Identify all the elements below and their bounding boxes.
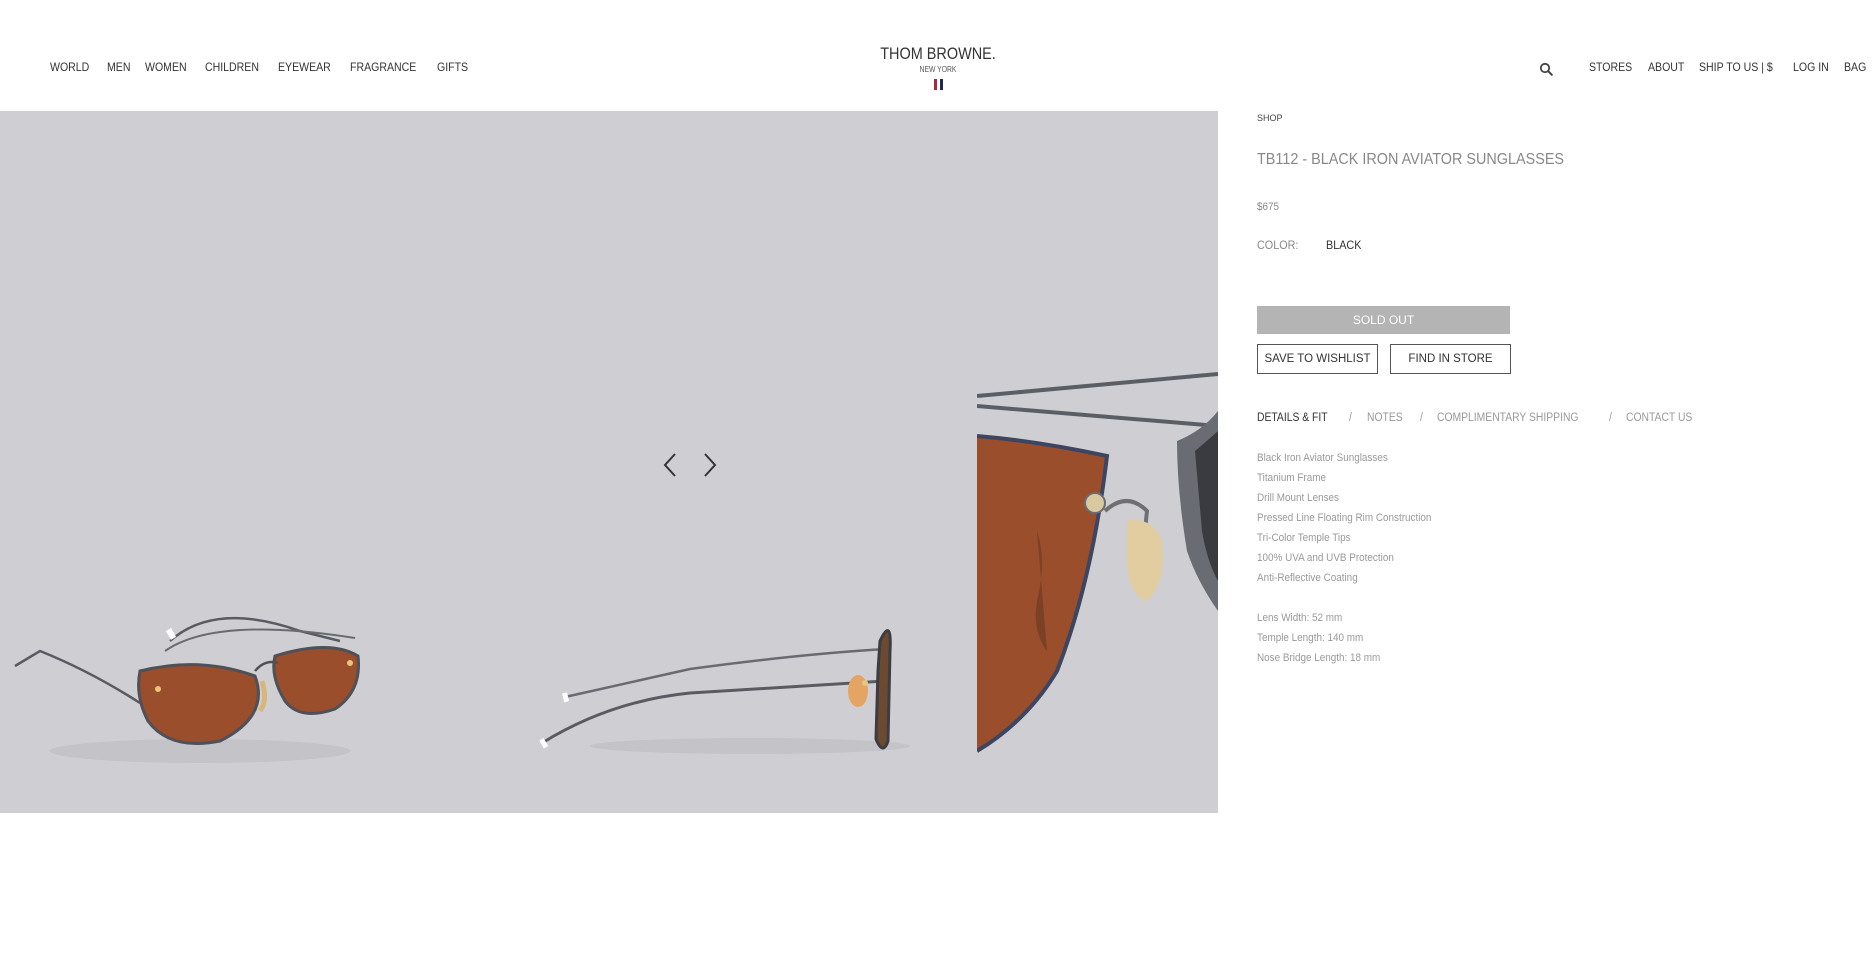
detail-item: Drill Mount Lenses (1257, 492, 1339, 504)
utility-nav: STORES ABOUT SHIP TO US | $ LOG IN BAG (1589, 60, 1866, 74)
find-in-store-button[interactable]: FIND IN STORE (1390, 344, 1511, 374)
spec-item: Temple Length: 140 mm (1257, 632, 1364, 644)
product-price: $675 (1257, 201, 1280, 213)
sold-out-button[interactable]: SOLD OUT (1257, 306, 1510, 334)
product-title: TB112 - BLACK IRON AVIATOR SUNGLASSES (1257, 151, 1565, 168)
details-list: Black Iron Aviator Sunglasses Titanium F… (1257, 448, 1451, 588)
chevron-right-icon[interactable] (699, 451, 719, 479)
tricolor-flag-icon (0, 79, 1876, 90)
search-icon[interactable] (1539, 62, 1553, 76)
tab-notes[interactable]: NOTES (1367, 412, 1403, 424)
product-gallery[interactable] (0, 111, 1218, 813)
product-image-side (539, 629, 910, 754)
info-tabs: DETAILS & FIT / NOTES / COMPLIMENTARY SH… (1257, 412, 1700, 424)
logo-name: THOM BROWNE. (880, 44, 996, 63)
detail-item: Pressed Line Floating Rim Construction (1257, 512, 1432, 524)
specs-list: Lens Width: 52 mm Temple Length: 140 mm … (1257, 608, 1394, 668)
tab-complimentary-shipping[interactable]: COMPLIMENTARY SHIPPING (1437, 412, 1578, 424)
breadcrumb-shop[interactable]: SHOP (1257, 113, 1283, 123)
nav-about[interactable]: ABOUT (1648, 60, 1684, 74)
tab-separator: / (1420, 412, 1424, 424)
product-image-front (14, 616, 361, 763)
nav-ship-to[interactable]: SHIP TO US | $ (1699, 60, 1773, 74)
detail-item: Titanium Frame (1257, 472, 1326, 484)
detail-item: Black Iron Aviator Sunglasses (1257, 452, 1388, 464)
tab-details-fit[interactable]: DETAILS & FIT (1257, 412, 1328, 424)
nav-bag[interactable]: BAG (1844, 60, 1866, 74)
detail-item: Tri-Color Temple Tips (1257, 532, 1351, 544)
detail-item: Anti-Reflective Coating (1257, 572, 1358, 584)
save-to-wishlist-button[interactable]: SAVE TO WISHLIST (1257, 344, 1378, 374)
chevron-left-icon[interactable] (661, 451, 681, 479)
color-label: COLOR: (1257, 238, 1299, 252)
detail-item: 100% UVA and UVB Protection (1257, 552, 1394, 564)
tab-separator: / (1349, 412, 1353, 424)
site-header: WORLD MEN WOMEN CHILDREN EYEWEAR FRAGRAN… (0, 0, 1876, 111)
tab-contact-us[interactable]: CONTACT US (1626, 412, 1692, 424)
spec-item: Nose Bridge Length: 18 mm (1257, 652, 1381, 664)
nav-log-in[interactable]: LOG IN (1793, 60, 1829, 74)
logo-subtitle: NEW YORK (919, 65, 957, 74)
spec-item: Lens Width: 52 mm (1257, 612, 1343, 624)
color-value: BLACK (1326, 238, 1362, 252)
nav-stores[interactable]: STORES (1589, 60, 1632, 74)
product-image-closeup (977, 372, 1218, 753)
tab-separator: / (1608, 412, 1612, 424)
